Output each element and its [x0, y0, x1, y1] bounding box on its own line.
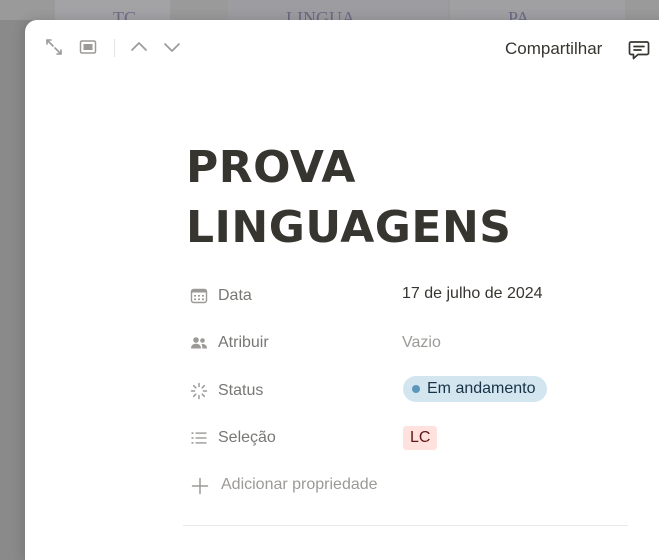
property-key-date[interactable]: Data — [188, 279, 388, 313]
page-title[interactable]: PROVA LINGUAGENS — [186, 138, 606, 258]
date-value[interactable]: 17 de julho de 2024 — [402, 285, 543, 303]
expand-icon[interactable] — [44, 37, 64, 57]
share-button[interactable]: Compartilhar — [505, 39, 602, 59]
property-name: Status — [218, 382, 264, 399]
background-column: PA — [450, 0, 625, 28]
property-row-selection: Seleção LC — [188, 421, 638, 455]
background-column: TC — [55, 0, 170, 28]
page-title-line: PROVA — [186, 142, 356, 193]
property-row-assign: Atribuir Vazio — [188, 326, 638, 360]
add-property-button[interactable]: Adicionar propriedade — [188, 470, 448, 500]
selection-tag-label: LC — [410, 429, 431, 446]
background-page-header: TC LINGUA PA — [0, 0, 659, 28]
comment-icon[interactable] — [627, 38, 651, 62]
chevron-down-icon[interactable] — [162, 37, 182, 57]
status-loader-icon — [190, 382, 208, 400]
property-name: Seleção — [218, 429, 276, 446]
selection-tag[interactable]: LC — [403, 426, 438, 450]
background-column: LINGUA — [228, 0, 448, 28]
page-peek-panel: Compartilhar PROVA LINGUAGENS Data 17 de — [25, 20, 659, 560]
property-name: Data — [218, 287, 252, 304]
add-property-label: Adicionar propriedade — [221, 476, 378, 493]
property-key-assign[interactable]: Atribuir — [188, 326, 388, 360]
assign-value[interactable]: Vazio — [402, 334, 441, 352]
page-title-line: LINGUAGENS — [186, 202, 512, 253]
property-key-selection[interactable]: Seleção — [188, 421, 388, 455]
status-dot — [412, 385, 420, 393]
status-label: Em andamento — [427, 380, 536, 397]
peek-topbar: Compartilhar — [25, 20, 659, 76]
calendar-icon — [190, 288, 208, 304]
property-row-date: Data 17 de julho de 2024 — [188, 279, 638, 313]
peek-mode-icon[interactable] — [78, 37, 98, 57]
list-icon — [191, 432, 207, 444]
divider — [183, 525, 628, 526]
property-key-status[interactable]: Status — [188, 374, 388, 408]
property-row-status: Status Em andamento — [188, 374, 638, 408]
property-name: Atribuir — [218, 334, 269, 351]
status-badge[interactable]: Em andamento — [403, 376, 547, 402]
chevron-up-icon[interactable] — [129, 37, 149, 57]
plus-icon — [191, 477, 209, 495]
people-icon — [191, 337, 207, 349]
toolbar-divider — [114, 39, 115, 57]
